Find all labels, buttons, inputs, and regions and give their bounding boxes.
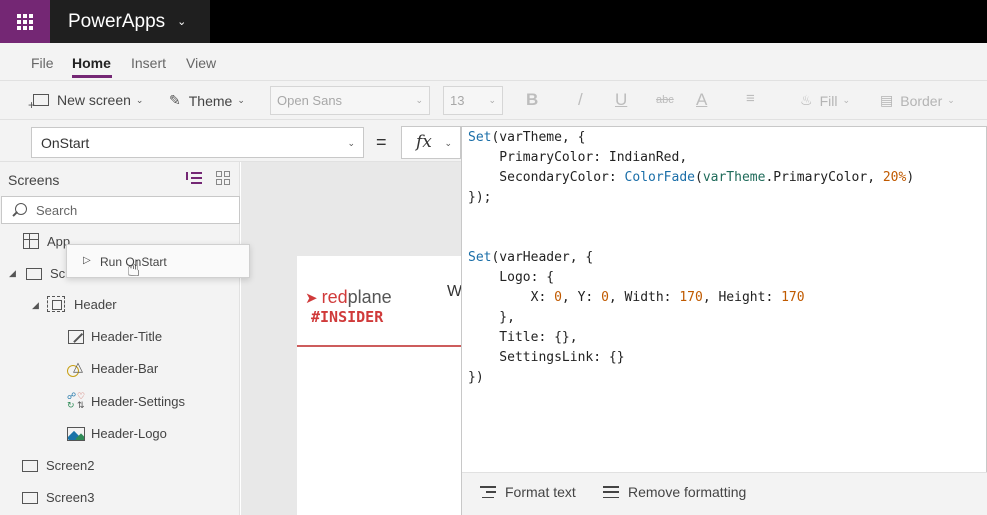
tree-item-header-bar[interactable]: Header-Bar <box>67 359 159 377</box>
remove-formatting-button[interactable]: Remove formatting <box>603 484 746 500</box>
font-size-select[interactable]: 13 ⌄ <box>443 86 503 115</box>
tab-home[interactable]: Home <box>72 55 111 71</box>
play-icon: ▷ <box>83 255 91 266</box>
label-icon <box>68 329 84 344</box>
theme-button[interactable]: ✎ Theme ⌄ <box>169 92 245 109</box>
chevron-down-icon: ⌄ <box>237 95 245 105</box>
active-tab-indicator <box>72 75 112 78</box>
strikethrough-button[interactable]: abc <box>656 94 674 106</box>
remove-formatting-label: Remove formatting <box>628 484 747 500</box>
tree-item-app[interactable]: App <box>23 233 70 249</box>
search-icon <box>15 203 27 215</box>
logo-text-plane: plane <box>347 287 392 307</box>
tree-item-screen3[interactable]: Screen3 <box>22 490 94 505</box>
shape-icon <box>67 359 85 377</box>
tree-item-header-settings[interactable]: ☍ ♡ ↻ ⇅ Header-Settings <box>67 392 185 410</box>
italic-button[interactable]: / <box>578 90 583 110</box>
formula-code[interactable]: Set(varTheme, { PrimaryColor: IndianRed,… <box>468 128 914 388</box>
header-bar-line <box>297 345 467 347</box>
app-title: PowerApps <box>68 10 166 32</box>
chevron-down-icon: ⌄ <box>444 139 452 149</box>
screen-icon <box>22 459 38 472</box>
app-launcher-button[interactable] <box>0 0 50 43</box>
format-text-icon <box>480 486 496 498</box>
header-title-partial[interactable]: W <box>447 283 462 301</box>
logo-text-red: red <box>321 287 348 307</box>
group-icon <box>47 296 65 312</box>
tree-item-label: Header-Bar <box>91 361 159 376</box>
border-icon: ▤ <box>880 92 894 108</box>
tab-file[interactable]: File <box>31 55 54 71</box>
tree-item-screen1[interactable]: Scr <box>26 266 70 281</box>
plane-icon: ➤ <box>305 289 318 307</box>
context-menu: ▷ Run OnStart <box>66 244 250 278</box>
tree-item-label: Screen3 <box>46 490 95 505</box>
image-icon <box>67 426 85 441</box>
tab-view[interactable]: View <box>186 55 216 71</box>
menu-bar: File Home Insert View <box>0 43 987 80</box>
fill-label: Fill <box>819 92 838 109</box>
icons-control-icon: ☍ ♡ ↻ ⇅ <box>67 391 86 410</box>
theme-icon: ✎ <box>169 92 181 108</box>
tree-item-header-logo[interactable]: Header-Logo <box>67 426 167 441</box>
fx-icon: fx <box>416 132 432 152</box>
tree-item-label: Header <box>74 296 117 312</box>
bold-button[interactable]: B <box>526 90 538 110</box>
search-placeholder: Search <box>36 203 78 218</box>
tree-item-label: Header-Title <box>91 329 163 344</box>
tree-view-title: Screens <box>8 172 60 188</box>
align-icon[interactable]: ≡ <box>746 90 755 107</box>
theme-label: Theme <box>188 92 233 109</box>
property-value: OnStart <box>41 135 90 151</box>
chevron-down-icon: ⌄ <box>488 95 496 105</box>
hand-cursor-icon: ☝ <box>127 256 141 281</box>
tree-item-label: Header-Logo <box>91 426 167 441</box>
expand-caret-icon[interactable]: ◢ <box>32 300 39 311</box>
equals-sign: = <box>376 132 387 152</box>
chevron-down-icon: ⌄ <box>842 95 850 105</box>
tree-search-input[interactable]: Search <box>1 196 240 224</box>
new-screen-label: New screen <box>57 92 131 108</box>
border-button[interactable]: ▤ Border ⌄ <box>880 92 955 109</box>
font-family-select[interactable]: Open Sans ⌄ <box>270 86 430 115</box>
screen-icon <box>26 267 42 280</box>
tree-item-header[interactable]: Header <box>47 296 117 312</box>
format-text-button[interactable]: Format text <box>480 484 576 500</box>
fill-button[interactable]: ♨ Fill ⌄ <box>800 92 850 109</box>
waffle-icon <box>17 13 33 30</box>
chevron-down-icon: ⌄ <box>177 16 187 28</box>
font-size-value: 13 <box>450 93 465 108</box>
function-button[interactable]: fx ⌄ <box>401 126 461 159</box>
app-title-menu[interactable]: PowerApps ⌄ <box>50 0 210 43</box>
tree-item-label: Screen2 <box>46 458 95 473</box>
tree-item-screen2[interactable]: Screen2 <box>22 458 94 473</box>
remove-formatting-icon <box>603 486 619 498</box>
fill-icon: ♨ <box>800 92 813 108</box>
format-text-label: Format text <box>505 484 576 500</box>
tree-item-header-title[interactable]: Header-Title <box>68 329 162 344</box>
tree-view-list-icon[interactable] <box>186 172 202 186</box>
tree-item-label: Header-Settings <box>91 393 185 409</box>
screen-icon <box>22 491 38 504</box>
thumbnail-view-icon[interactable] <box>216 171 230 185</box>
tab-insert[interactable]: Insert <box>131 55 166 71</box>
app-icon <box>23 233 39 249</box>
font-color-button[interactable]: A <box>696 90 707 110</box>
logo-insider-text: #INSIDER <box>311 308 384 326</box>
chevron-down-icon: ⌄ <box>135 94 144 105</box>
chevron-down-icon: ⌄ <box>347 138 355 148</box>
header-logo[interactable]: ➤ red plane <box>305 287 392 308</box>
new-screen-button[interactable]: New screen ⌄ <box>28 92 144 112</box>
new-screen-icon <box>28 94 49 112</box>
underline-button[interactable]: U <box>615 90 627 110</box>
property-select[interactable]: OnStart ⌄ <box>31 127 364 158</box>
font-family-value: Open Sans <box>277 93 343 108</box>
border-label: Border <box>900 92 943 109</box>
expand-caret-icon[interactable]: ◢ <box>9 268 16 279</box>
chevron-down-icon: ⌄ <box>415 95 423 105</box>
chevron-down-icon: ⌄ <box>947 95 955 105</box>
